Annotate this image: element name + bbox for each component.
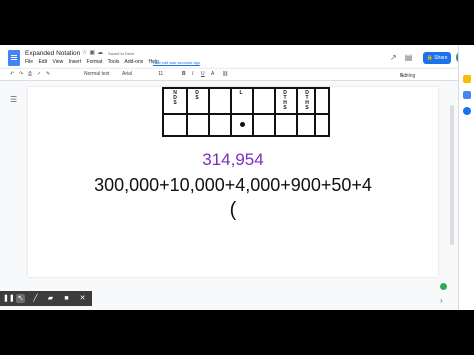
move-folder-icon[interactable]: ▣ [89,50,97,56]
keep-icon[interactable] [463,75,471,83]
menu-insert[interactable]: Insert [69,59,82,65]
number-value: 314,954 [202,150,264,169]
title-bar: Expanded Notation ☆▣☁ Saved to Drive Fil… [0,45,474,67]
column-header: L [239,90,243,96]
menu-edit[interactable]: Edit [38,59,47,65]
link-icon[interactable]: ⛓ [222,71,228,77]
cloud-saved-icon: ☁ [97,50,106,56]
underline-button[interactable]: U [201,71,205,77]
pause-icon[interactable]: ❚❚ [3,294,15,303]
column-header: DS [195,90,199,101]
font-size-field[interactable]: 11 [158,71,163,77]
place-value-table: NDS DS L DTHS DTHS [162,87,330,137]
comment-icon[interactable]: ▤ [405,53,413,62]
activity-icon[interactable]: ↗ [390,53,397,62]
font-select[interactable]: Arial [122,71,132,77]
redo-icon[interactable]: ↷ [19,71,23,77]
menu-format[interactable]: Format [87,59,103,65]
print-icon[interactable]: ⎙ [28,71,32,77]
saved-status: Saved to Drive [108,51,135,56]
decimal-point [240,122,245,127]
camera-icon[interactable]: ■ [62,294,71,303]
docs-logo-icon[interactable] [8,50,20,66]
next-line-text: ( [229,199,237,221]
table-column-line [252,89,254,135]
scrollbar[interactable] [450,105,454,245]
menu-bar: File Edit View Insert Format Tools Add-o… [25,59,163,65]
italic-button[interactable]: I [192,71,193,77]
column-header: DTHS [283,90,287,111]
tasks-icon[interactable] [463,91,471,99]
table-column-line [208,89,210,135]
last-edit-link[interactable]: Last edit was seconds ago [153,60,200,65]
expanded-form: 300,000+10,000+4,000+900+50+4 [94,175,372,195]
menu-file[interactable]: File [25,59,33,65]
style-select[interactable]: Normal text [84,71,110,77]
document-title[interactable]: Expanded Notation [25,50,80,57]
editing-label: Editing [400,73,416,79]
expand-icon[interactable]: › [440,296,443,305]
spellcheck-icon[interactable]: ✓ [37,71,41,77]
paint-format-icon[interactable]: ✎ [46,71,50,77]
share-button[interactable]: 🔒 Share [423,52,451,64]
annotation-toolbar: ❚❚ ↖ ╱ ▰ ■ ✕ [0,291,92,306]
calendar-icon[interactable] [463,107,471,115]
lock-icon: 🔒 [426,55,433,61]
table-divider [164,113,328,115]
title-icons: ☆▣☁ [82,49,105,56]
column-header: NDS [173,90,177,106]
pen-icon[interactable]: ╱ [31,294,40,303]
side-panel [458,45,474,310]
bold-button[interactable]: B [182,71,186,77]
menu-addons[interactable]: Add-ons [124,59,143,65]
text-color-button[interactable]: A [211,71,214,77]
outline-icon[interactable]: ☰ [10,95,17,104]
document-page[interactable]: NDS DS L DTHS DTHS 314,954 300,000+10,00… [28,87,438,277]
menu-tools[interactable]: Tools [108,59,120,65]
close-icon[interactable]: ✕ [78,294,87,303]
column-header: DTHS [305,90,309,111]
header-actions: ↗ ▤ [390,53,420,62]
share-label: Share [434,55,448,61]
formatting-toolbar: ↶ ↷ ⎙ ✓ ✎ Normal text Arial 11 B I U A ⛓… [0,68,474,81]
pointer-icon[interactable]: ↖ [16,294,25,303]
status-dot-icon [440,283,447,290]
google-docs-window: Expanded Notation ☆▣☁ Saved to Drive Fil… [0,45,474,310]
highlighter-icon[interactable]: ▰ [46,294,55,303]
menu-view[interactable]: View [52,59,63,65]
undo-icon[interactable]: ↶ [10,71,14,77]
